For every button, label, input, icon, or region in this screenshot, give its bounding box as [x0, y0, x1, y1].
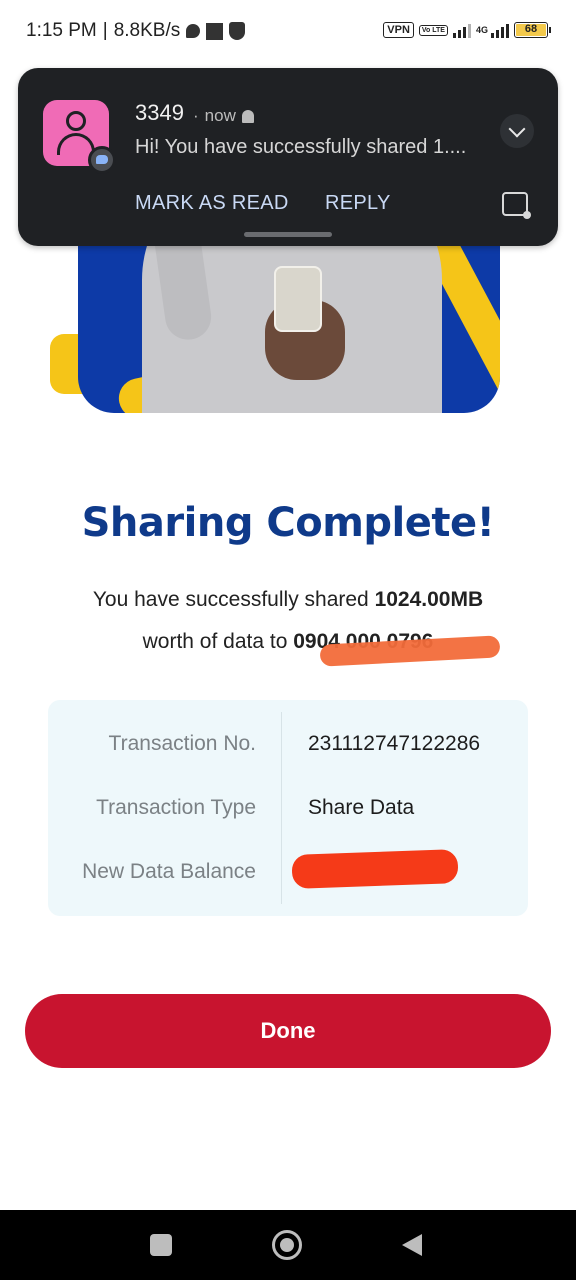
redaction-mark-balance: [291, 849, 459, 889]
back-icon[interactable]: [402, 1234, 422, 1256]
battery-icon: 68: [514, 22, 551, 38]
transaction-type-value: Share Data: [308, 796, 415, 819]
network-type: 4G: [475, 24, 488, 35]
signal-icon: [452, 22, 471, 38]
network-speed: 8.8KB/s: [113, 20, 181, 41]
volte-icon: Vo LTE: [418, 24, 448, 36]
share-description-line1: You have successfully shared 1024.00MB: [92, 588, 484, 611]
transaction-no-label: Transaction No.: [108, 732, 256, 755]
phone-illustration: [274, 266, 322, 332]
card-divider: [281, 712, 282, 904]
notification-handle[interactable]: [244, 232, 332, 237]
notification-message: Hi! You have successfully shared 1....: [135, 136, 467, 158]
navigation-bar: [0, 1210, 576, 1280]
status-left: 1:15 PM | 8.8KB/s: [26, 20, 246, 42]
battery-level: 68: [516, 24, 546, 36]
vpn-icon: VPN: [383, 22, 414, 38]
status-right: VPN Vo LTE 4G 68: [383, 22, 551, 38]
bell-icon: [241, 109, 254, 123]
recents-icon[interactable]: [150, 1234, 172, 1256]
chat-notification-icon: [186, 24, 201, 38]
transaction-card: Transaction No. 231112747122286 Transact…: [48, 700, 528, 916]
bubble-icon[interactable]: [502, 192, 531, 219]
status-time: 1:15 PM: [26, 20, 97, 41]
reply-button[interactable]: REPLY: [325, 192, 391, 215]
transaction-no-value: 231112747122286: [308, 732, 481, 755]
signal-icon-2: [491, 22, 509, 38]
message-app-icon: [88, 146, 116, 174]
home-icon[interactable]: [272, 1230, 302, 1260]
notification-time: now: [204, 106, 236, 125]
status-bar: 1:15 PM | 8.8KB/s VPN Vo LTE 4G 68: [0, 0, 576, 66]
shared-amount: 1024.00MB: [374, 588, 484, 611]
mark-as-read-button[interactable]: MARK AS READ: [135, 192, 289, 215]
shield-icon: [229, 22, 246, 40]
done-button[interactable]: Done: [25, 994, 551, 1068]
data-balance-label: New Data Balance: [82, 860, 256, 883]
page-title: Sharing Complete!: [81, 500, 495, 546]
notification-sender: 3349: [135, 100, 184, 125]
notification-meta: · now: [193, 106, 254, 126]
transaction-type-label: Transaction Type: [96, 796, 256, 819]
sms-notification[interactable]: 3349 · now Hi! You have successfully sha…: [18, 68, 558, 246]
app-notification-icon: [206, 22, 224, 40]
expand-notification-button[interactable]: [500, 114, 534, 148]
